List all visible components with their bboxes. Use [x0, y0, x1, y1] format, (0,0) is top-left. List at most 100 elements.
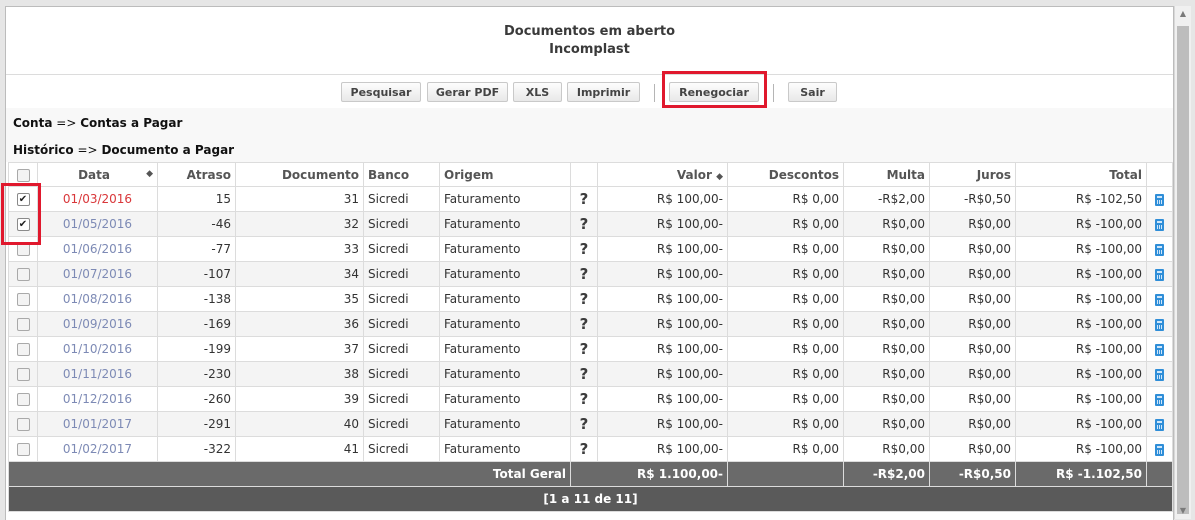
- row-descontos: R$ 0,00: [727, 411, 844, 437]
- question-mark-icon[interactable]: ?: [580, 365, 589, 383]
- row-date-link[interactable]: 01/12/2016: [63, 392, 132, 406]
- vertical-scrollbar[interactable]: ▲ ▼: [1174, 6, 1191, 519]
- row-date-link[interactable]: 01/09/2016: [63, 317, 132, 331]
- row-origem: Faturamento: [439, 261, 571, 287]
- calculator-icon[interactable]: [1155, 343, 1164, 356]
- question-mark-icon[interactable]: ?: [580, 290, 589, 308]
- row-data[interactable]: 01/07/2016: [37, 261, 158, 287]
- row-checkbox[interactable]: [16, 268, 30, 281]
- sair-button[interactable]: Sair: [788, 82, 837, 102]
- row-date-link[interactable]: 01/03/2016: [63, 192, 132, 206]
- row-juros: R$0,00: [929, 436, 1016, 462]
- row-documento: 33: [235, 236, 364, 262]
- row-data[interactable]: 01/05/2016: [37, 211, 158, 237]
- row-juros: R$0,00: [929, 286, 1016, 312]
- row-date-link[interactable]: 01/08/2016: [63, 292, 132, 306]
- row-date-link[interactable]: 01/05/2016: [63, 217, 132, 231]
- select-all-checkbox[interactable]: [16, 168, 30, 182]
- row-documento: 40: [235, 411, 364, 437]
- calculator-icon[interactable]: [1155, 393, 1164, 406]
- question-mark-icon[interactable]: ?: [580, 315, 589, 333]
- row-info-cell: ?: [570, 261, 598, 287]
- calculator-icon[interactable]: [1155, 368, 1164, 381]
- row-checkbox[interactable]: [16, 368, 30, 381]
- question-mark-icon[interactable]: ?: [580, 440, 589, 458]
- row-date-link[interactable]: 01/07/2016: [63, 267, 132, 281]
- question-mark-icon[interactable]: ?: [580, 390, 589, 408]
- totals-descontos: [727, 461, 844, 487]
- row-valor: R$ 100,00-: [597, 411, 728, 437]
- row-multa: R$0,00: [843, 211, 930, 237]
- row-data[interactable]: 01/10/2016: [37, 336, 158, 362]
- row-select-cell: [8, 386, 38, 412]
- scroll-thumb[interactable]: [1177, 26, 1189, 514]
- question-mark-icon[interactable]: ?: [580, 240, 589, 258]
- table-row: 01/08/2016 -138 35 Sicredi Faturamento? R$ 10…: [8, 286, 1173, 312]
- row-date-link[interactable]: 01/10/2016: [63, 342, 132, 356]
- calculator-icon[interactable]: [1155, 218, 1164, 231]
- totals-valor: R$ 1.100,00-: [570, 461, 728, 487]
- row-checkbox[interactable]: [16, 443, 30, 456]
- row-select-cell: [8, 311, 38, 337]
- conta-arrow: =>: [56, 116, 77, 130]
- col-valor[interactable]: Valor ◆: [597, 162, 728, 187]
- row-data[interactable]: 01/06/2016: [37, 236, 158, 262]
- pesquisar-button[interactable]: Pesquisar: [341, 82, 421, 102]
- row-multa: R$0,00: [843, 261, 930, 287]
- question-mark-icon[interactable]: ?: [580, 190, 589, 208]
- row-atraso: -291: [157, 411, 236, 437]
- calculator-icon[interactable]: [1155, 243, 1164, 256]
- calculator-icon[interactable]: [1155, 193, 1164, 206]
- question-mark-icon[interactable]: ?: [580, 215, 589, 233]
- scroll-down-arrow-icon[interactable]: ▼: [1175, 503, 1191, 519]
- row-checkbox[interactable]: [16, 343, 30, 356]
- calculator-icon[interactable]: [1155, 293, 1164, 306]
- row-origem: Faturamento: [439, 211, 571, 237]
- row-valor: R$ 100,00-: [597, 386, 728, 412]
- row-data[interactable]: 01/02/2017: [37, 436, 158, 462]
- row-data[interactable]: 01/09/2016: [37, 311, 158, 337]
- row-valor: R$ 100,00-: [597, 286, 728, 312]
- row-checkbox[interactable]: [16, 318, 30, 331]
- scroll-up-arrow-icon[interactable]: ▲: [1175, 6, 1191, 22]
- row-date-link[interactable]: 01/11/2016: [63, 367, 132, 381]
- row-banco: Sicredi: [363, 336, 440, 362]
- row-checkbox[interactable]: [16, 293, 30, 306]
- row-date-link[interactable]: 01/06/2016: [63, 242, 132, 256]
- row-checkbox[interactable]: [16, 393, 30, 406]
- table-row: 01/10/2016 -199 37 Sicredi Faturamento? R$ 10…: [8, 336, 1173, 362]
- xls-button[interactable]: XLS: [513, 82, 562, 102]
- row-banco: Sicredi: [363, 286, 440, 312]
- col-juros: Juros: [929, 162, 1016, 187]
- row-data[interactable]: 01/01/2017: [37, 411, 158, 437]
- imprimir-button[interactable]: Imprimir: [567, 82, 640, 102]
- header-divider: [6, 74, 1173, 75]
- row-banco: Sicredi: [363, 186, 440, 212]
- calculator-icon[interactable]: [1155, 268, 1164, 281]
- row-date-link[interactable]: 01/02/2017: [63, 442, 132, 456]
- table-body: ✔ 01/03/2016 15 31 Sicredi Faturamento? R$ 100…: [8, 186, 1173, 462]
- row-select-cell: [8, 411, 38, 437]
- row-checkbox[interactable]: [16, 418, 30, 431]
- calculator-icon[interactable]: [1155, 418, 1164, 431]
- row-valor: R$ 100,00-: [597, 436, 728, 462]
- row-documento: 35: [235, 286, 364, 312]
- calculator-icon[interactable]: [1155, 318, 1164, 331]
- row-descontos: R$ 0,00: [727, 311, 844, 337]
- row-juros: R$0,00: [929, 411, 1016, 437]
- row-data[interactable]: 01/12/2016: [37, 386, 158, 412]
- question-mark-icon[interactable]: ?: [580, 340, 589, 358]
- historico-label: Histórico: [13, 143, 74, 157]
- question-mark-icon[interactable]: ?: [580, 415, 589, 433]
- row-total: R$ -100,00: [1015, 436, 1147, 462]
- question-mark-icon[interactable]: ?: [580, 265, 589, 283]
- row-multa: R$0,00: [843, 386, 930, 412]
- row-data[interactable]: 01/03/2016: [37, 186, 158, 212]
- row-data[interactable]: 01/11/2016: [37, 361, 158, 387]
- calculator-icon[interactable]: [1155, 443, 1164, 456]
- row-multa: -R$2,00: [843, 186, 930, 212]
- row-date-link[interactable]: 01/01/2017: [63, 417, 132, 431]
- row-data[interactable]: 01/08/2016: [37, 286, 158, 312]
- gerar-pdf-button[interactable]: Gerar PDF: [427, 82, 508, 102]
- col-data[interactable]: Data ◆: [37, 162, 158, 187]
